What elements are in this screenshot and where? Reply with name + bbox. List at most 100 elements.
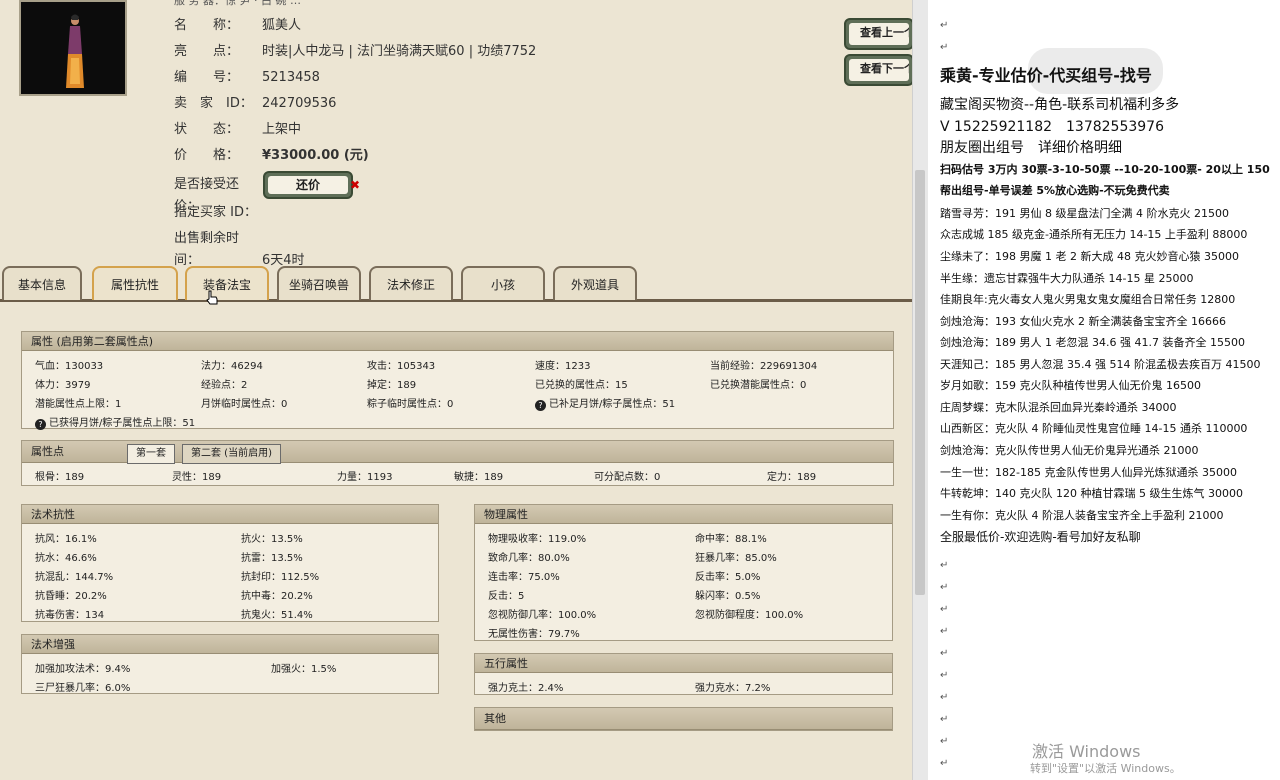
resist-title: 法术抗性 bbox=[22, 505, 438, 524]
paragraph-mark: ↵ bbox=[940, 758, 949, 769]
note-line: 踏雪寻芳：191 男仙 8 级星盘法门全满 4 阶水克火 21500 bbox=[940, 207, 1229, 220]
character-portrait bbox=[19, 0, 127, 96]
scrollbar-thumb[interactable] bbox=[915, 170, 925, 595]
note-line: 乘黄-专业估价-代买组号-找号 bbox=[940, 66, 1152, 85]
physical-cell: 躲闪率：0.5% bbox=[695, 591, 761, 602]
tab-point-set-2[interactable]: 第二套 (当前启用) bbox=[182, 444, 281, 464]
attr-cell: 已兑换的属性点：15 bbox=[535, 380, 628, 391]
notes-document: ↵ ↵ 乘黄-专业估价-代买组号-找号 藏宝阁买物资--角色-联系司机福利多多 … bbox=[928, 0, 1280, 780]
wuxing-cell: 强力克土：2.4% bbox=[488, 683, 564, 694]
info-row-highlight: 亮 点： 时装|人中龙马 | 法门坐骑满天赋60 | 功绩7752 bbox=[174, 44, 537, 59]
physical-cell: 狂暴几率：85.0% bbox=[695, 553, 777, 564]
info-row-buyer: 指定买家 ID： bbox=[174, 205, 257, 220]
note-line: 半生缘：遗忘甘霖强牛大力队通杀 14-15 星 25000 bbox=[940, 272, 1194, 285]
attributes-title: 属性 (启用第二套属性点) bbox=[22, 332, 893, 351]
note-line: 庄周梦蝶：克木队混杀回血异光秦岭通杀 34000 bbox=[940, 401, 1177, 414]
physical-cell: 忽视防御程度：100.0% bbox=[695, 610, 804, 621]
resist-cell: 抗雷：13.5% bbox=[241, 553, 303, 564]
note-line: 剑烛沧海：克火队传世男人仙无价鬼异光通杀 21000 bbox=[940, 444, 1199, 457]
resist-cell: 抗中毒：20.2% bbox=[241, 591, 313, 602]
info-row-id: 编 号： 5213458 bbox=[174, 70, 320, 85]
prev-item-button[interactable]: 查看上一个 bbox=[844, 18, 912, 50]
physical-cell: 致命几率：80.0% bbox=[488, 553, 570, 564]
wuxing-panel: 五行属性 强力克土：2.4% 强力克水：7.2% bbox=[474, 653, 893, 695]
enhance-panel: 法术增强 加强加攻法术：9.4% 加强火：1.5% 三尸狂暴几率：6.0% bbox=[21, 634, 439, 694]
attr-cell: 已兑换潜能属性点：0 bbox=[710, 380, 807, 391]
attr-cell: 潜能属性点上限：1 bbox=[35, 399, 122, 410]
resist-cell: 抗水：46.6% bbox=[35, 553, 97, 564]
resist-cell: 抗风：16.1% bbox=[35, 534, 97, 545]
paragraph-mark: ↵ bbox=[940, 560, 949, 571]
detail-tabs: 基本信息 属性抗性 装备法宝 坐骑召唤兽 法术修正 小孩 外观道具 bbox=[0, 266, 912, 302]
character-figure-icon bbox=[66, 14, 84, 88]
point-cell: 根骨：189 bbox=[35, 472, 85, 483]
next-item-button[interactable]: 查看下一个 bbox=[844, 54, 912, 86]
note-line: 山西新区：克火队 4 阶睡仙灵性鬼宫位睡 14-15 通杀 110000 bbox=[940, 422, 1248, 435]
tab-appearance[interactable]: 外观道具 bbox=[553, 266, 637, 300]
tab-child[interactable]: 小孩 bbox=[461, 266, 545, 300]
info-row-name: 名 称： 狐美人 bbox=[174, 18, 302, 33]
note-line: 剑烛沧海：189 男人 1 老忽混 34.6 强 41.7 装备齐全 15500 bbox=[940, 336, 1245, 349]
paragraph-mark: ↵ bbox=[940, 692, 949, 703]
note-line: 朋友圈出组号 详细价格明细 bbox=[940, 140, 1122, 156]
activation-watermark-title: 激活 Windows bbox=[1032, 742, 1141, 761]
close-icon: ✖ bbox=[350, 178, 361, 192]
attr-cell: 经验点：2 bbox=[201, 380, 248, 391]
physical-cell: 命中率：88.1% bbox=[695, 534, 767, 545]
note-line: 扫码估号 3万内 30票-3-10-50票 --10-20-100票- 20以上… bbox=[940, 163, 1270, 176]
page-scrollbar[interactable] bbox=[912, 0, 928, 780]
paragraph-mark: ↵ bbox=[940, 670, 949, 681]
tab-equipment[interactable]: 装备法宝 bbox=[185, 266, 269, 300]
tab-spell-modifier[interactable]: 法术修正 bbox=[369, 266, 453, 300]
attr-cell: 月饼临时属性点：0 bbox=[201, 399, 288, 410]
note-line: 全服最低价-欢迎选购-看号加好友私聊 bbox=[940, 530, 1141, 544]
physical-cell: 反击：5 bbox=[488, 591, 525, 602]
paragraph-mark: ↵ bbox=[940, 736, 949, 747]
point-cell: 力量：1193 bbox=[337, 472, 393, 483]
physical-panel: 物理属性 物理吸收率：119.0% 命中率：88.1% 致命几率：80.0% 狂… bbox=[474, 504, 893, 641]
physical-cell: 物理吸收率：119.0% bbox=[488, 534, 587, 545]
activation-watermark-sub: 转到"设置"以激活 Windows。 bbox=[1030, 762, 1181, 775]
help-icon[interactable]: ? bbox=[535, 400, 546, 411]
note-line: 帮出组号-单号误差 5%放心选购-不玩免费代卖 bbox=[940, 184, 1170, 197]
paragraph-mark: ↵ bbox=[940, 648, 949, 659]
tab-point-set-1[interactable]: 第一套 bbox=[127, 444, 175, 464]
point-cell: 可分配点数：0 bbox=[594, 472, 661, 483]
attr-cell: 掉定：189 bbox=[367, 380, 417, 391]
resist-cell: 抗昏睡：20.2% bbox=[35, 591, 107, 602]
attr-cell: 速度：1233 bbox=[535, 361, 591, 372]
info-row-bargain: 是否接受还价： bbox=[174, 177, 240, 214]
attr-cell: ? 已获得月饼/粽子属性点上限：51 bbox=[35, 414, 195, 430]
note-line: 天涯知己：185 男人忽混 35.4 强 514 阶混孟极去疾百万 41500 bbox=[940, 358, 1261, 371]
other-title: 其他 bbox=[475, 708, 892, 730]
other-panel: 其他 bbox=[474, 707, 893, 731]
tab-attributes[interactable]: 属性抗性 bbox=[92, 266, 178, 300]
resist-cell: 抗毒伤害：134 bbox=[35, 610, 105, 621]
bargain-button[interactable]: 还价 bbox=[263, 171, 353, 199]
tab-mounts-pets[interactable]: 坐骑召唤兽 bbox=[277, 266, 361, 300]
info-row-remaining: 出售剩余时间： 6天4时 bbox=[174, 231, 305, 268]
resist-cell: 抗混乱：144.7% bbox=[35, 572, 114, 583]
points-panel: 属性点 第一套 第二套 (当前启用) 根骨：189 灵性：189 力量：1193… bbox=[21, 440, 894, 486]
point-cell: 灵性：189 bbox=[172, 472, 222, 483]
attr-cell: ? 已补足月饼/粽子属性点：51 bbox=[535, 395, 675, 411]
enhance-cell: 加强加攻法术：9.4% bbox=[35, 664, 131, 675]
resist-panel: 法术抗性 抗风：16.1% 抗火：13.5% 抗水：46.6% 抗雷：13.5%… bbox=[21, 504, 439, 622]
help-icon[interactable]: ? bbox=[35, 419, 46, 430]
hand-cursor-icon bbox=[206, 290, 218, 305]
resist-cell: 抗火：13.5% bbox=[241, 534, 303, 545]
note-line: V 15225921182 13782553976 bbox=[940, 119, 1164, 135]
paragraph-mark: ↵ bbox=[940, 20, 949, 31]
tab-basic-info[interactable]: 基本信息 bbox=[2, 266, 82, 300]
enhance-cell: 三尸狂暴几率：6.0% bbox=[35, 683, 131, 694]
attributes-panel: 属性 (启用第二套属性点) 气血：130033 法力：46294 攻击：1053… bbox=[21, 331, 894, 430]
physical-cell: 反击率：5.0% bbox=[695, 572, 761, 583]
note-line: 众志成城 185 级克金-通杀所有无压力 14-15 上手盈利 88000 bbox=[940, 228, 1248, 241]
game-page: 服 务 器：惊 尹 · 白 碗 … 名 称： 狐美人 亮 点： 时装|人中龙马 | … bbox=[0, 0, 912, 780]
note-line: 剑烛沧海：193 女仙火克水 2 新全满装备宝宝齐全 16666 bbox=[940, 315, 1226, 328]
note-line: 尘缘未了：198 男魔 1 老 2 新大成 48 克火妙音心猿 35000 bbox=[940, 250, 1239, 263]
physical-cell: 无属性伤害：79.7% bbox=[488, 629, 580, 640]
paragraph-mark: ↵ bbox=[940, 604, 949, 615]
physical-cell: 忽视防御几率：100.0% bbox=[488, 610, 597, 621]
wuxing-title: 五行属性 bbox=[475, 654, 892, 673]
